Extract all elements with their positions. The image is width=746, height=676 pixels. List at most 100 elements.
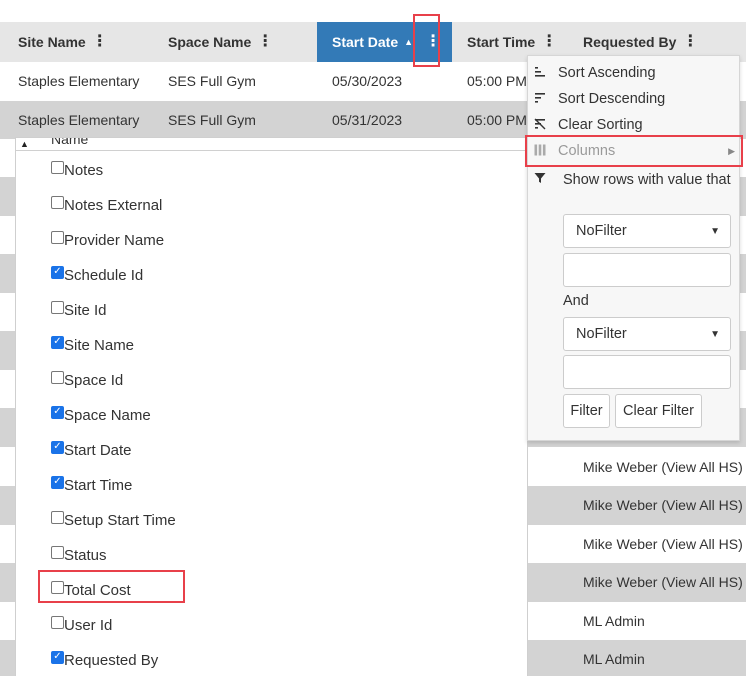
cell-requested-by: ML Admin xyxy=(583,651,645,668)
column-option-space-name[interactable]: ✓ Space Name xyxy=(51,405,151,425)
column-menu-icon[interactable]: ⋮ xyxy=(682,34,698,50)
scroll-up-arrow-icon[interactable]: ▲ xyxy=(20,139,29,149)
column-option-space-id[interactable]: Space Id xyxy=(51,370,123,390)
divider xyxy=(16,150,527,151)
cell-requested-by: Mike Weber (View All HS) xyxy=(583,574,743,591)
column-header-label: Start Time xyxy=(467,34,536,50)
column-option-label: Space Name xyxy=(64,406,151,424)
cell-start-date: 05/31/2023 xyxy=(332,111,403,128)
column-option-status[interactable]: Status xyxy=(51,545,107,565)
column-option-user-id[interactable]: User Id xyxy=(51,615,112,635)
cell-requested-by: Mike Weber (View All HS) xyxy=(583,536,743,553)
column-option-label: Site Name xyxy=(64,336,135,354)
column-option-label: Total Cost xyxy=(64,581,131,599)
cell-space-name: SES Full Gym xyxy=(168,73,256,90)
checkbox[interactable] xyxy=(51,510,64,524)
menu-item-columns[interactable]: Columns ▶ xyxy=(528,138,741,164)
column-option-setup-start-time[interactable]: Setup Start Time xyxy=(51,510,176,530)
cell-start-time: 05:00 PM xyxy=(467,73,527,90)
column-menu-icon[interactable]: ⋮ xyxy=(92,34,108,50)
checkbox-checked[interactable]: ✓ xyxy=(51,405,64,419)
checkbox[interactable] xyxy=(51,615,64,629)
filter-icon xyxy=(534,172,546,187)
checkbox-checked[interactable]: ✓ xyxy=(51,475,64,489)
checkbox[interactable] xyxy=(51,230,64,244)
checkbox-checked[interactable]: ✓ xyxy=(51,650,64,664)
and-label: And xyxy=(563,293,589,309)
column-option-label: Start Time xyxy=(64,476,133,494)
checkbox-checked[interactable]: ✓ xyxy=(51,335,64,349)
column-option-label: Start Date xyxy=(64,441,132,459)
column-header-site-name[interactable]: Site Name ⋮ xyxy=(18,22,108,62)
chevron-right-icon: ▶ xyxy=(728,145,735,156)
filter-value-input-2[interactable] xyxy=(563,355,731,389)
column-option-schedule-id[interactable]: ✓ Schedule Id xyxy=(51,265,143,285)
filter-title: Show rows with value that xyxy=(563,172,731,188)
column-option-label: Provider Name xyxy=(64,231,165,249)
filter-operator-select-1[interactable]: NoFilter ▼ xyxy=(563,214,731,248)
select-value: NoFilter xyxy=(576,326,627,342)
column-option-label: Notes External xyxy=(64,196,163,214)
column-header-label: Start Date xyxy=(332,34,399,50)
column-header-label: Site Name xyxy=(18,34,86,50)
column-menu-icon[interactable]: ⋮ xyxy=(541,34,557,50)
column-option-label: User Id xyxy=(64,616,113,634)
cell-site-name: Staples Elementary xyxy=(18,111,140,128)
column-option-label: Site Id xyxy=(64,301,107,319)
column-option-label: Notes xyxy=(64,161,104,179)
sort-ascending-icon xyxy=(528,66,558,81)
cell-requested-by: ML Admin xyxy=(583,613,645,630)
cell-start-time: 05:00 PM xyxy=(467,111,527,128)
checkbox[interactable] xyxy=(51,160,64,174)
column-option-label: Status xyxy=(64,546,107,564)
cell-start-date: 05/30/2023 xyxy=(332,73,403,90)
column-option-requested-by[interactable]: ✓ Requested By xyxy=(51,650,158,670)
menu-item-label: Sort Ascending xyxy=(558,65,656,81)
column-option-notes-external[interactable]: Notes External xyxy=(51,195,162,215)
column-chooser-panel: Name ▲ Notes Notes External Provider Nam… xyxy=(15,137,528,676)
column-option-site-id[interactable]: Site Id xyxy=(51,300,107,320)
cell-site-name: Staples Elementary xyxy=(18,73,140,90)
column-option-start-time[interactable]: ✓ Start Time xyxy=(51,475,132,495)
caret-down-icon: ▼ xyxy=(710,328,720,340)
clear-filter-button[interactable]: Clear Filter xyxy=(615,394,702,428)
column-header-space-name[interactable]: Space Name ⋮ xyxy=(168,22,273,62)
column-option-label: Requested By xyxy=(64,651,159,669)
column-menu-icon[interactable]: ⋮ xyxy=(257,34,273,50)
filter-operator-select-2[interactable]: NoFilter ▼ xyxy=(563,317,731,351)
clear-sorting-icon xyxy=(528,118,558,133)
select-value: NoFilter xyxy=(576,223,627,239)
column-option-total-cost[interactable]: Total Cost xyxy=(51,580,131,600)
columns-icon xyxy=(528,144,558,159)
column-option-provider-name[interactable]: Provider Name xyxy=(51,230,164,250)
column-header-label: Requested By xyxy=(583,34,677,50)
column-header-start-date[interactable]: Start Date ▲ ⋮ xyxy=(317,22,452,62)
caret-down-icon: ▼ xyxy=(710,225,720,237)
checkbox-checked[interactable]: ✓ xyxy=(51,440,64,454)
checkbox[interactable] xyxy=(51,300,64,314)
sort-descending-icon xyxy=(528,92,558,107)
filter-value-input-1[interactable] xyxy=(563,253,731,287)
column-option-partial: Name xyxy=(51,137,89,147)
menu-item-label: Clear Sorting xyxy=(558,117,643,133)
column-option-notes[interactable]: Notes xyxy=(51,160,103,180)
cell-requested-by: Mike Weber (View All HS) xyxy=(583,459,743,476)
sort-ascending-icon: ▲ xyxy=(404,37,414,47)
checkbox[interactable] xyxy=(51,195,64,209)
column-option-site-name[interactable]: ✓ Site Name xyxy=(51,335,134,355)
menu-item-sort-descending[interactable]: Sort Descending xyxy=(528,86,741,112)
menu-item-label: Sort Descending xyxy=(558,91,666,107)
column-option-label: Schedule Id xyxy=(64,266,144,284)
checkbox[interactable] xyxy=(51,580,64,594)
checkbox[interactable] xyxy=(51,370,64,384)
column-option-start-date[interactable]: ✓ Start Date xyxy=(51,440,132,460)
column-option-label: Space Id xyxy=(64,371,124,389)
menu-item-sort-ascending[interactable]: Sort Ascending xyxy=(528,60,741,86)
column-menu-icon[interactable]: ⋮ xyxy=(425,34,441,50)
menu-item-label: Columns xyxy=(558,143,616,159)
menu-item-clear-sorting[interactable]: Clear Sorting xyxy=(528,112,741,138)
checkbox-checked[interactable]: ✓ xyxy=(51,265,64,279)
checkbox[interactable] xyxy=(51,545,64,559)
filter-button[interactable]: Filter xyxy=(563,394,610,428)
column-option-label: Setup Start Time xyxy=(64,511,176,529)
